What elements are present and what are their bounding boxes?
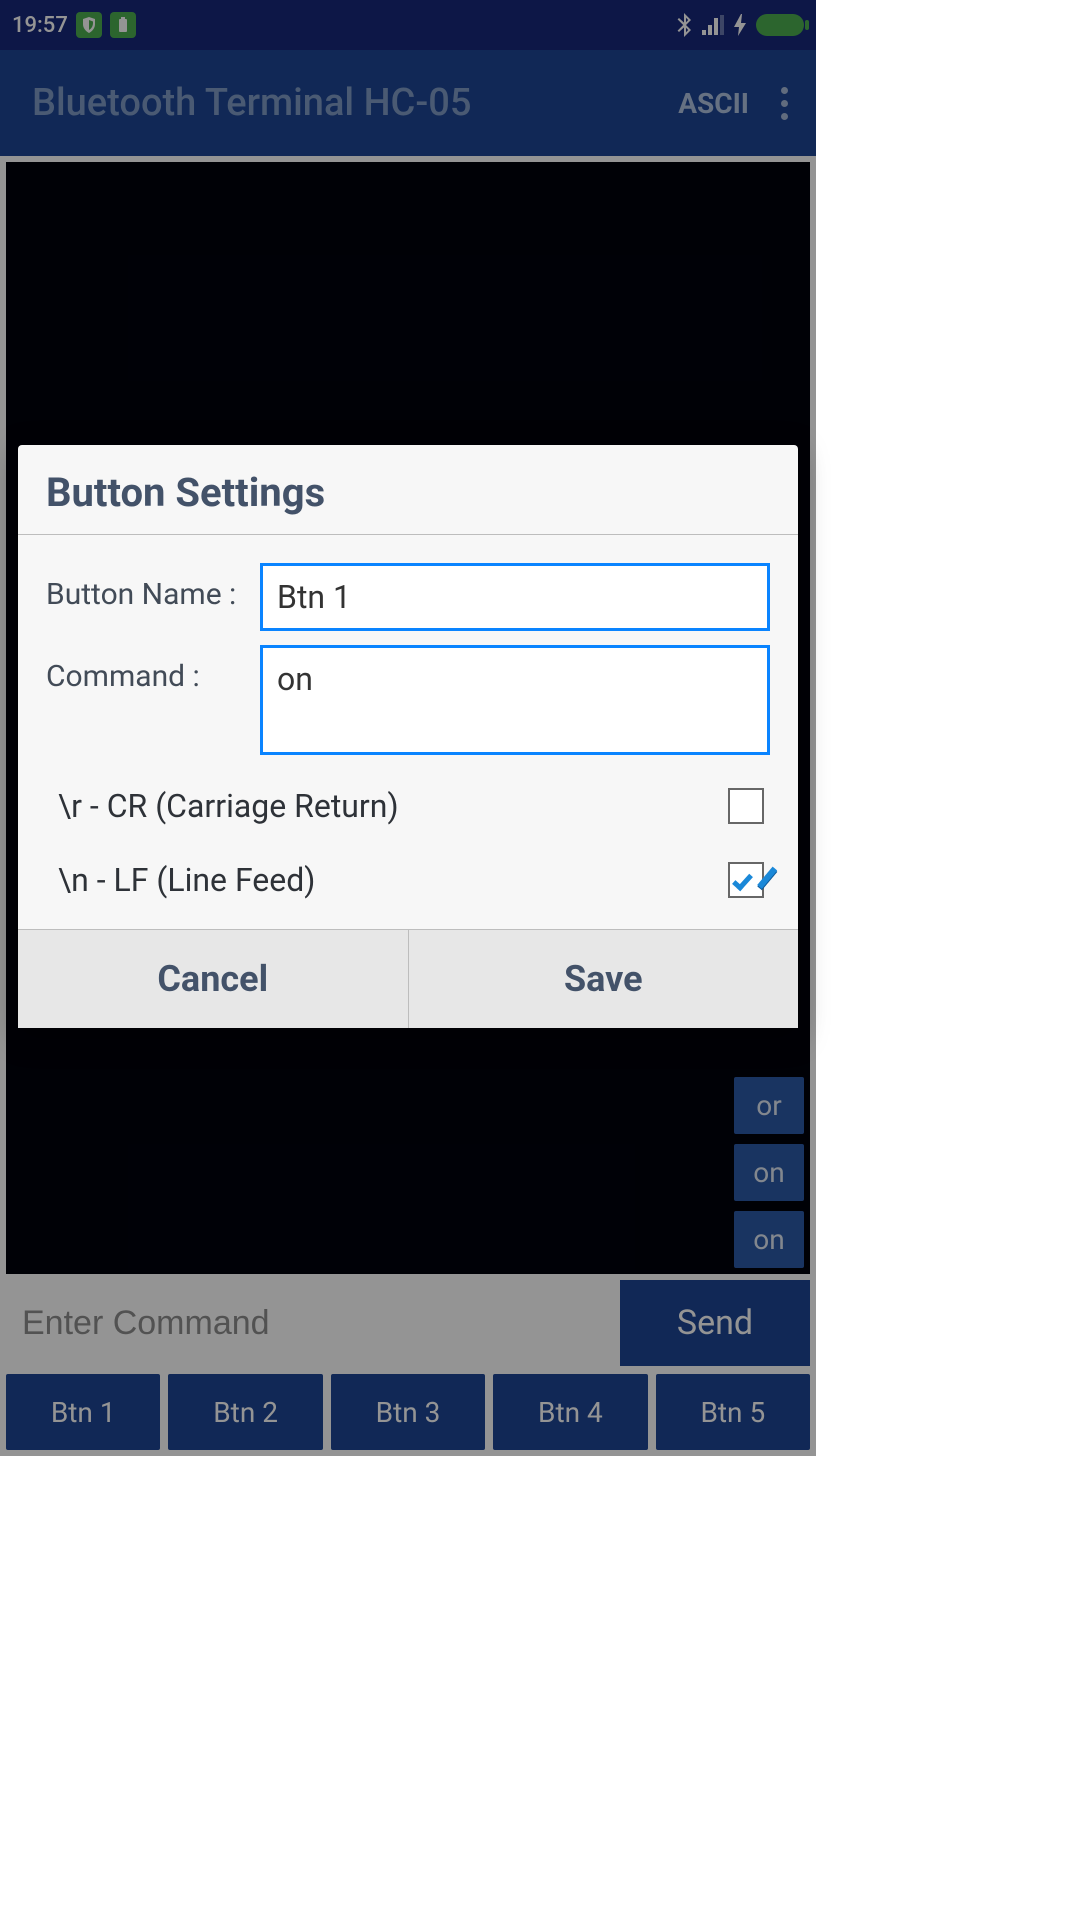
- command-textarea[interactable]: [260, 645, 770, 755]
- lf-checkbox-label: \n - LF (Line Feed): [58, 861, 315, 899]
- dialog-title: Button Settings: [46, 469, 770, 516]
- cr-checkbox-label: \r - CR (Carriage Return): [58, 787, 399, 825]
- button-settings-dialog: Button Settings Button Name : Command : …: [18, 445, 798, 1028]
- cr-checkbox[interactable]: [728, 788, 764, 824]
- save-button[interactable]: Save: [409, 930, 799, 1028]
- cancel-button[interactable]: Cancel: [18, 930, 409, 1028]
- lf-checkbox[interactable]: [728, 862, 764, 898]
- button-name-label: Button Name :: [46, 563, 260, 612]
- command-label: Command :: [46, 645, 260, 694]
- button-name-input[interactable]: [260, 563, 770, 631]
